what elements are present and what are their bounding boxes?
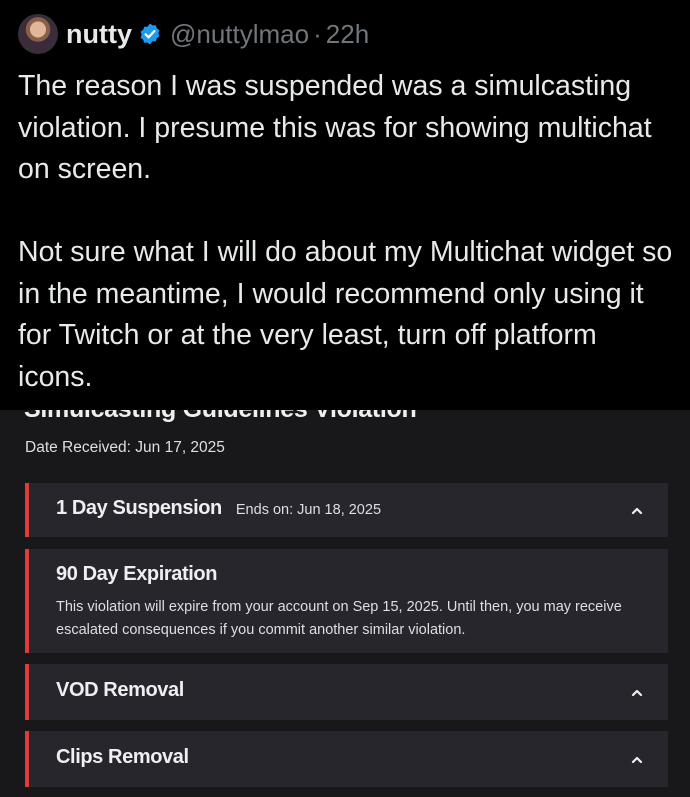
card-expiration: 90 Day Expiration This violation will ex… — [25, 549, 668, 653]
card-title-text: 1 Day Suspension — [56, 497, 222, 519]
tweet-text: The reason I was suspended was a simulca… — [18, 66, 678, 398]
card-title: Clips Removal — [56, 746, 189, 768]
chevron-up-icon[interactable] — [630, 753, 644, 767]
avatar[interactable] — [18, 14, 58, 54]
tweet-header: nutty @nuttylmao · 22h — [18, 14, 369, 54]
verified-badge-icon — [140, 23, 160, 45]
tweet-paragraph: Not sure what I will do about my Multich… — [18, 236, 673, 393]
chevron-up-icon[interactable] — [630, 686, 644, 700]
card-clips-removal[interactable]: Clips Removal — [25, 731, 668, 787]
card-title: VOD Removal — [56, 679, 184, 701]
tweet: nutty @nuttylmao · 22h The reason I was … — [0, 0, 690, 410]
card-title: 90 Day Expiration — [56, 563, 218, 585]
tweet-paragraph: The reason I was suspended was a simulca… — [18, 70, 652, 185]
handle[interactable]: @nuttylmao — [170, 19, 309, 50]
timestamp[interactable]: 22h — [326, 19, 369, 50]
chevron-up-icon[interactable] — [630, 504, 644, 518]
display-name[interactable]: nutty — [66, 19, 132, 50]
card-title: 1 Day Suspension Ends on: Jun 18, 2025 — [56, 497, 381, 520]
card-vod-removal[interactable]: VOD Removal — [25, 664, 668, 720]
violation-title: Simulcasting Guidelines Violation — [24, 410, 417, 424]
card-suspension[interactable]: 1 Day Suspension Ends on: Jun 18, 2025 — [25, 483, 668, 537]
date-received: Date Received: Jun 17, 2025 — [25, 439, 225, 456]
separator-dot: · — [313, 18, 322, 49]
card-subtitle: Ends on: Jun 18, 2025 — [235, 502, 382, 518]
card-description: This violation will expire from your acc… — [56, 599, 622, 638]
attached-screenshot[interactable]: Simulcasting Guidelines Violation Date R… — [0, 410, 690, 797]
